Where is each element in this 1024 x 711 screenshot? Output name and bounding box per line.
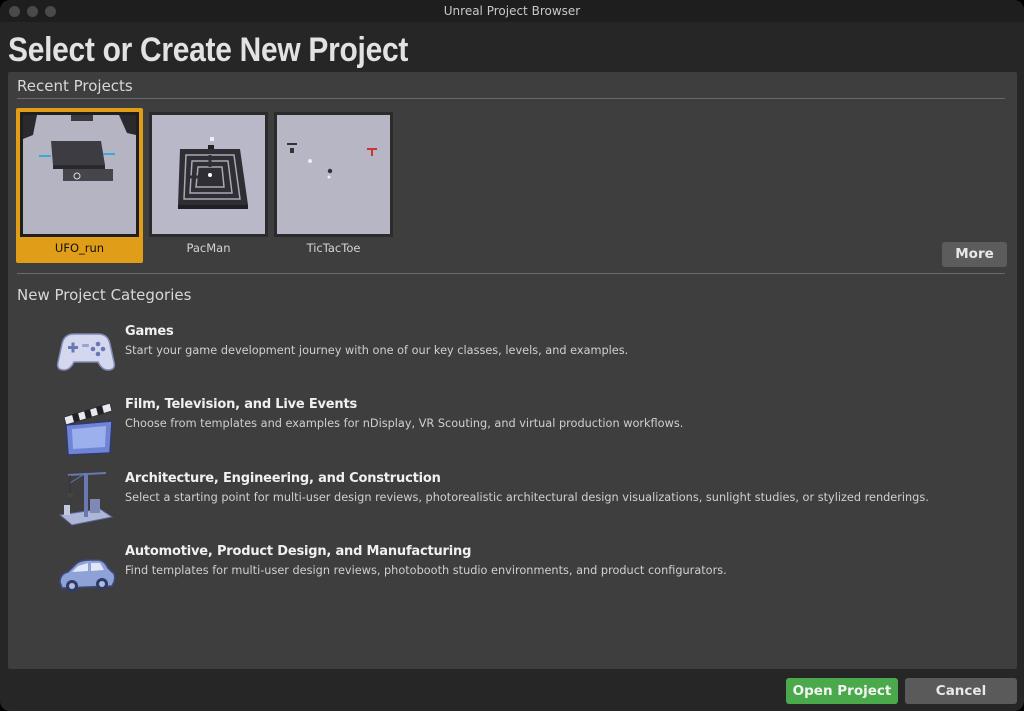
recent-divider <box>17 98 1005 99</box>
open-project-button[interactable]: Open Project <box>786 678 898 704</box>
page-title: Select or Create New Project <box>8 31 409 69</box>
project-thumbnail <box>149 112 268 237</box>
window-title: Unreal Project Browser <box>443 4 581 18</box>
project-thumbnail <box>20 112 139 237</box>
cancel-button[interactable]: Cancel <box>905 678 1017 704</box>
category-description: Find templates for multi-user design rev… <box>125 564 727 577</box>
project-name: TicTacToe <box>306 241 361 255</box>
project-name: PacMan <box>186 241 231 255</box>
project-browser-window: Unreal Project Browser Select or Create … <box>0 0 1024 711</box>
pacman-preview <box>152 115 265 234</box>
category-description: Choose from templates and examples for n… <box>125 417 684 430</box>
project-name: UFO_run <box>54 241 105 255</box>
car-icon <box>59 559 116 592</box>
category-description: Start your game development journey with… <box>125 344 629 357</box>
zoom-window-button[interactable] <box>45 6 56 17</box>
tictactoe-preview <box>277 115 390 234</box>
title-bar[interactable]: Unreal Project Browser <box>0 0 1024 22</box>
category-architecture-engineering-construction[interactable]: Architecture, Engineering, and Construct… <box>52 469 992 537</box>
project-tile-pacman[interactable]: PacMan <box>145 108 272 263</box>
category-title: Architecture, Engineering, and Construct… <box>125 471 441 486</box>
project-tile-tictactoe[interactable]: TicTacToe <box>270 108 397 263</box>
close-window-button[interactable] <box>9 6 20 17</box>
clapperboard-icon <box>63 402 113 456</box>
main-panel: Recent Projects UFO_run PacMan TicTacToe… <box>8 72 1017 669</box>
recent-projects-heading: Recent Projects <box>17 77 133 95</box>
project-thumbnail <box>274 112 393 237</box>
category-title: Film, Television, and Live Events <box>125 397 358 412</box>
minimize-window-button[interactable] <box>27 6 38 17</box>
gamepad-icon <box>56 333 116 371</box>
category-description: Select a starting point for multi-user d… <box>125 491 929 504</box>
category-film-television-live-events[interactable]: Film, Television, and Live Events Choose… <box>52 395 992 463</box>
project-tile-ufo-run[interactable]: UFO_run <box>16 108 143 263</box>
category-automotive-product-design-manufacturing[interactable]: Automotive, Product Design, and Manufact… <box>52 542 992 610</box>
more-projects-button[interactable]: More <box>942 242 1007 267</box>
crane-icon <box>58 472 114 526</box>
category-title: Games <box>125 324 174 339</box>
new-project-categories-heading: New Project Categories <box>17 286 192 304</box>
category-title: Automotive, Product Design, and Manufact… <box>125 544 472 559</box>
ufo-run-preview <box>23 115 136 234</box>
categories-divider <box>17 273 1005 274</box>
category-games[interactable]: Games Start your game development journe… <box>52 322 992 390</box>
